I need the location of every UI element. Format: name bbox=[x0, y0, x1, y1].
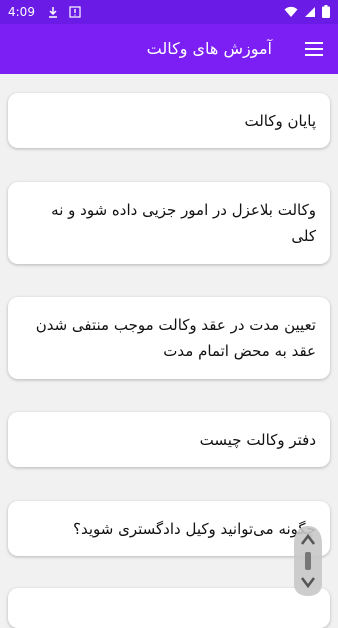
download-icon bbox=[47, 3, 59, 22]
list-item-label: پایان وکالت bbox=[244, 111, 316, 130]
list-item[interactable]: وکالت بلاعزل در امور جزیی داده شود و نه … bbox=[8, 182, 330, 264]
menu-button[interactable] bbox=[302, 37, 326, 61]
list-item[interactable]: پایان وکالت bbox=[8, 93, 330, 148]
list-item-label: وکالت بلاعزل در امور جزیی داده شود و نه … bbox=[51, 201, 316, 245]
status-bar: 4:09 bbox=[0, 0, 338, 24]
list-item[interactable]: چگونه می‌توانید وکیل دادگستری شوید؟ bbox=[8, 501, 330, 556]
hamburger-menu-icon bbox=[305, 42, 323, 56]
list-item-label: تعیین مدت در عقد وکالت موجب منتفی شدن عق… bbox=[35, 316, 316, 360]
page-title: آموزش های وکالت bbox=[146, 39, 272, 58]
battery-icon bbox=[322, 3, 330, 22]
fast-scroll-thumb[interactable] bbox=[288, 522, 328, 600]
list-item[interactable]: تعیین مدت در عقد وکالت موجب منتفی شدن عق… bbox=[8, 297, 330, 379]
wifi-icon bbox=[284, 3, 298, 22]
fast-scroll-thumb-icon bbox=[294, 526, 322, 596]
app-bar: آموزش های وکالت bbox=[0, 24, 338, 74]
list-item[interactable] bbox=[8, 588, 330, 628]
list-item[interactable]: دفتر وکالت چیست bbox=[8, 412, 330, 467]
signal-icon bbox=[304, 3, 316, 22]
warning-icon bbox=[69, 3, 81, 22]
list-item-label: دفتر وکالت چیست bbox=[199, 430, 316, 449]
list-item-label: چگونه می‌توانید وکیل دادگستری شوید؟ bbox=[73, 519, 316, 538]
status-time: 4:09 bbox=[8, 5, 35, 19]
